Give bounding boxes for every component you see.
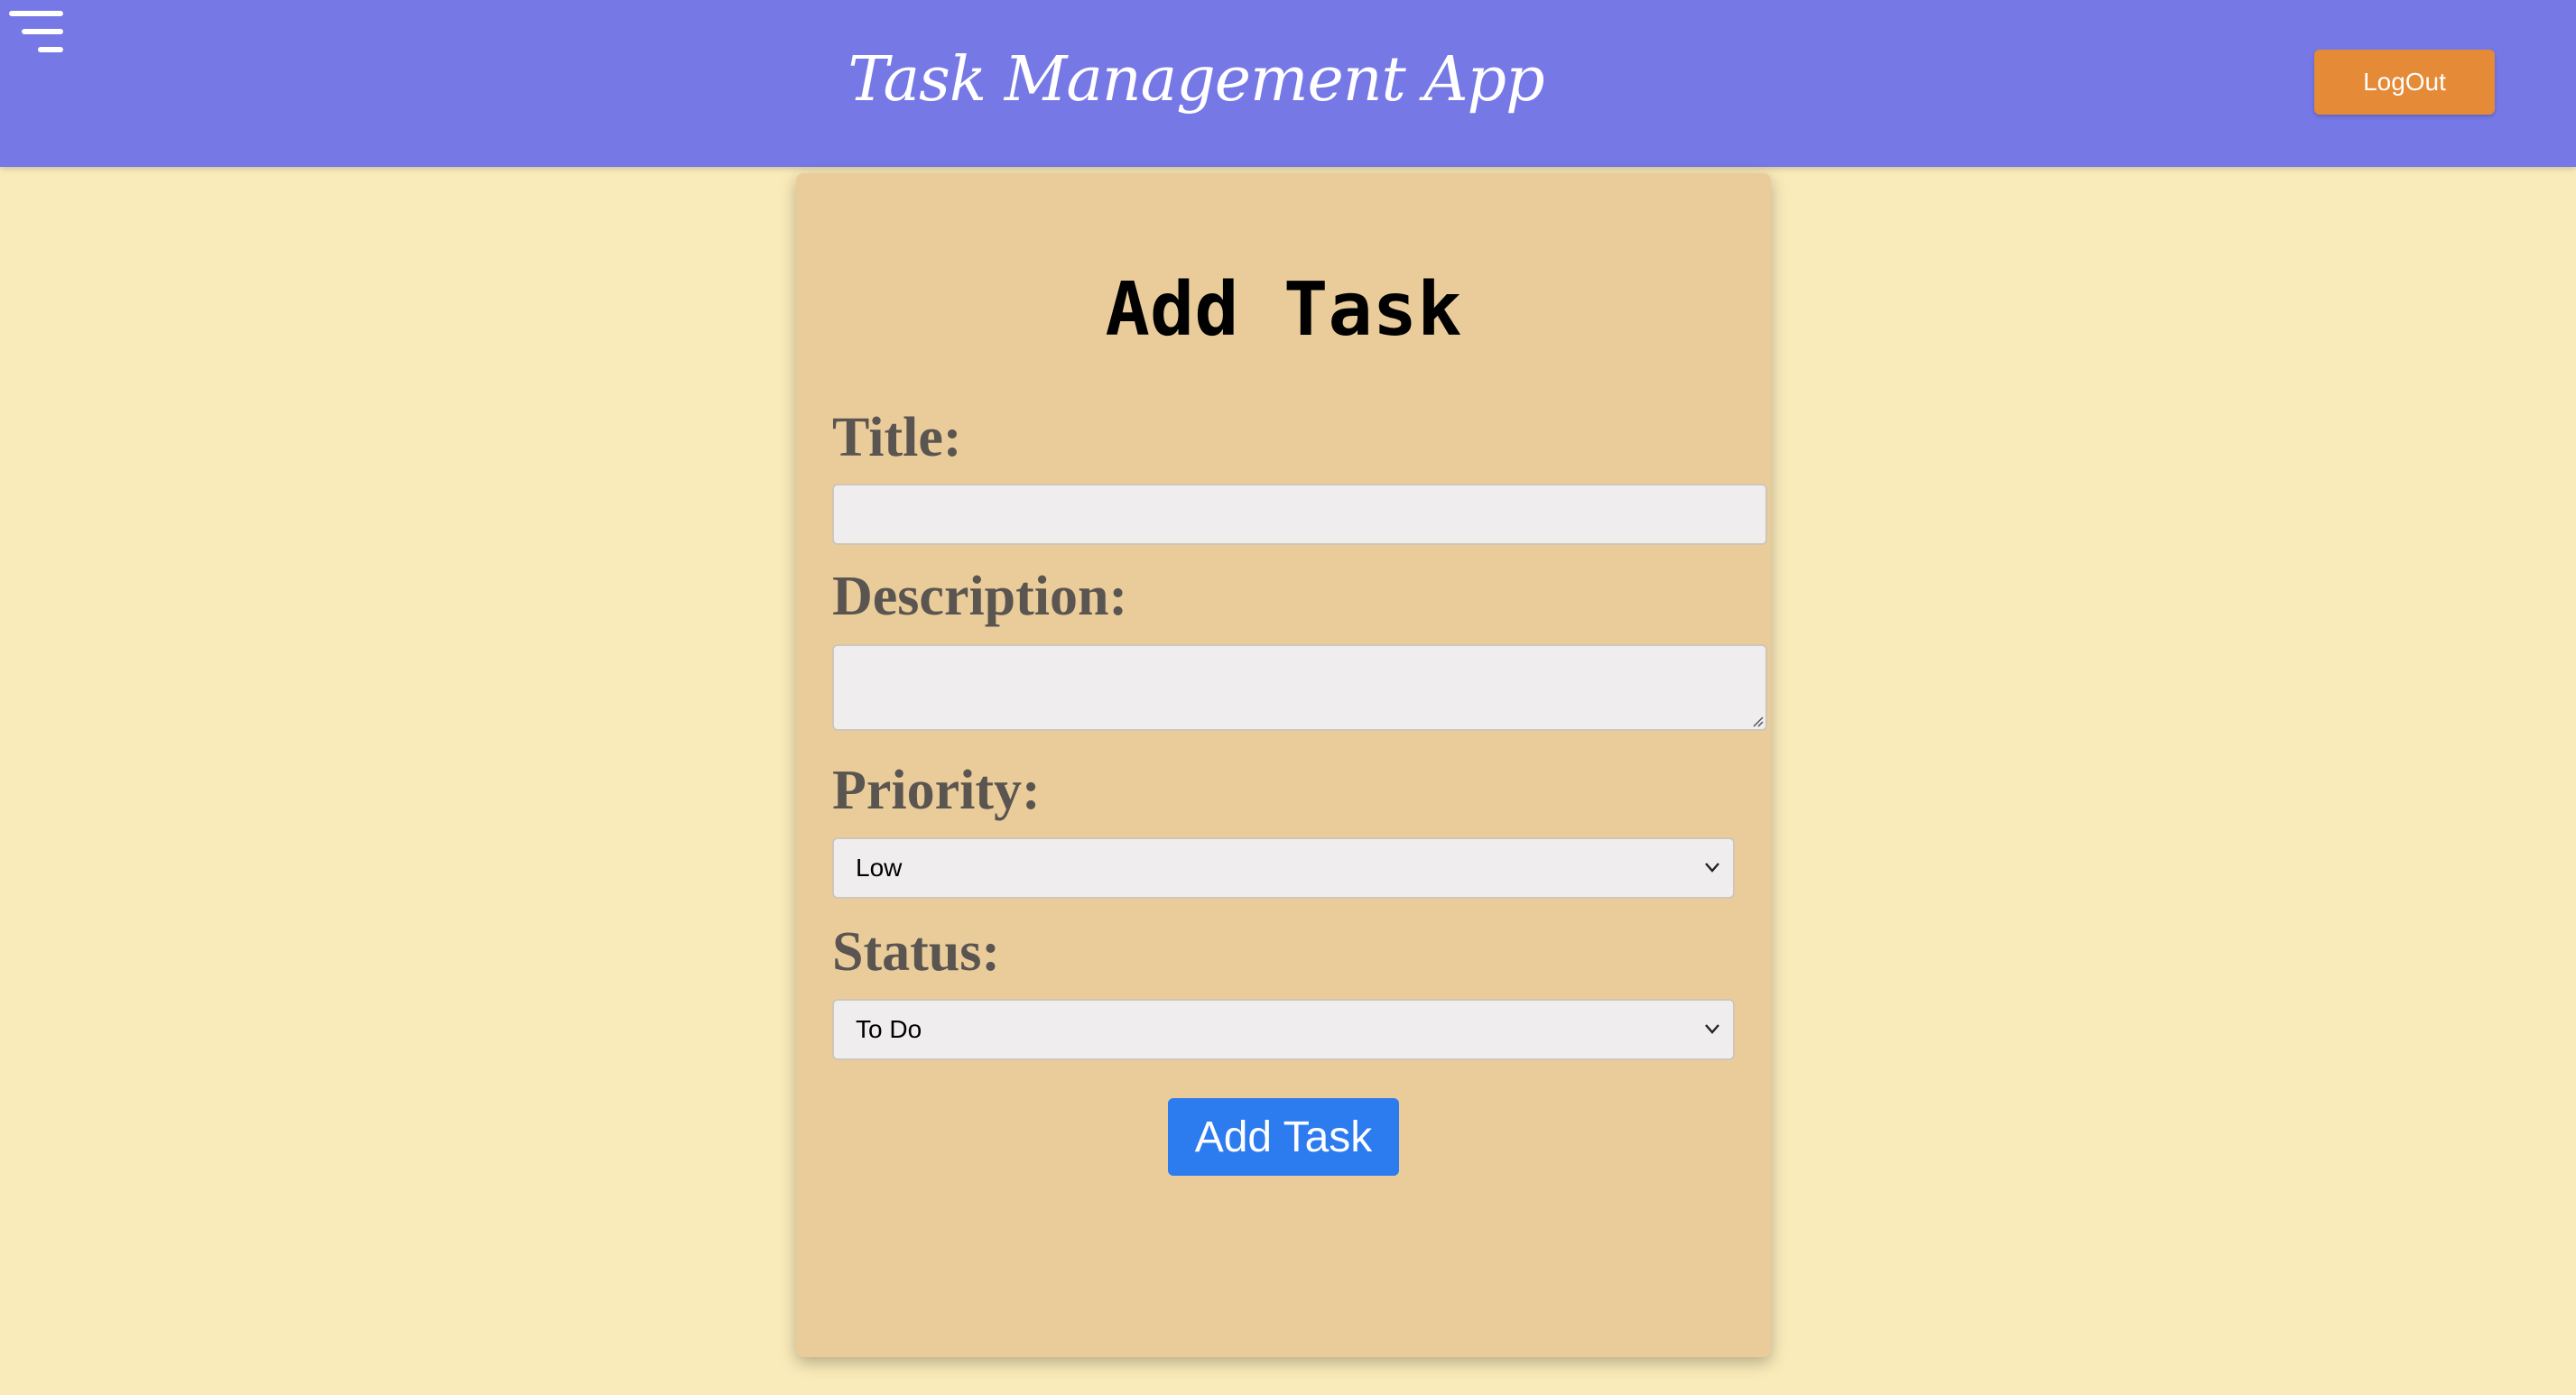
menu-line (22, 29, 63, 34)
title-label: Title: (832, 407, 962, 468)
logout-button[interactable]: LogOut (2314, 50, 2495, 115)
status-select[interactable]: To Do (832, 999, 1735, 1060)
title-input[interactable] (832, 484, 1767, 545)
priority-selected-value: Low (856, 854, 903, 882)
priority-label: Priority: (832, 760, 1041, 821)
app-title: Task Management App (848, 44, 1544, 115)
description-label: Description: (832, 566, 1128, 627)
add-task-card: Add Task Title: Description: Priority: L… (796, 173, 1771, 1357)
status-selected-value: To Do (856, 1015, 922, 1043)
form-heading: Add Task (1105, 267, 1462, 353)
resize-handle-icon[interactable] (1751, 715, 1764, 727)
top-header: Task Management App LogOut (0, 0, 2576, 167)
status-label: Status: (832, 921, 1001, 983)
chevron-down-icon (1705, 863, 1719, 873)
add-task-button[interactable]: Add Task (1168, 1098, 1399, 1176)
description-textarea[interactable] (832, 644, 1767, 731)
chevron-down-icon (1705, 1024, 1719, 1034)
priority-select[interactable]: Low (832, 837, 1735, 899)
menu-line (9, 11, 63, 16)
